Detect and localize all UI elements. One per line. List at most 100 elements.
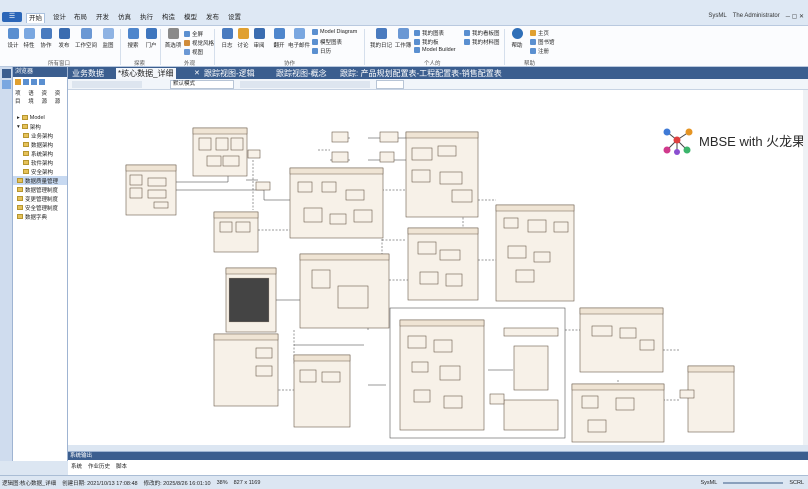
tab-project[interactable]: 项目 <box>15 89 25 105</box>
tab-context[interactable]: 语境 <box>28 89 38 105</box>
portal-button[interactable]: 门户 <box>142 28 160 49</box>
tree-item-security-mgmt[interactable]: 安全管理制度 <box>13 203 67 212</box>
tab-system[interactable]: 系统 <box>71 462 82 470</box>
block-entity-h[interactable] <box>331 131 349 163</box>
block-entity-g[interactable] <box>299 253 390 329</box>
app-menu-button[interactable]: ☰ <box>2 12 22 22</box>
block-entity-m[interactable] <box>213 333 279 407</box>
diagram-canvas[interactable]: MBSE with 火龙果科技 <box>68 90 803 445</box>
block-entity-f[interactable] <box>225 267 277 333</box>
tree-item-security-arch[interactable]: 安全架构 <box>13 167 67 176</box>
tree-item-data-mgmt[interactable]: 数据管理制度 <box>13 185 67 194</box>
home-link[interactable]: 主页 <box>530 29 549 37</box>
folder-icon[interactable] <box>15 79 21 85</box>
tree-item-architecture[interactable]: ▾ 架构 <box>13 122 67 131</box>
profile-selector[interactable]: SysML <box>708 13 726 20</box>
tree-item-data-arch[interactable]: 数据架构 <box>13 140 67 149</box>
tab-core-data-detail[interactable]: *核心数据_详细 <box>116 68 176 79</box>
tree-item-data-dictionary[interactable]: 数据字典 <box>13 212 67 221</box>
user-name[interactable]: The Administrator <box>733 13 780 20</box>
my-kanban-button[interactable]: 我的看板图 <box>464 29 500 37</box>
views-button[interactable]: 视图 <box>184 48 203 56</box>
publish-button[interactable]: 发布 <box>55 28 73 49</box>
my-board-button[interactable]: 我的板 <box>414 38 439 46</box>
block-entity-l[interactable] <box>495 204 575 302</box>
menu-tab-design[interactable]: 设计 <box>51 13 68 23</box>
expand-icon[interactable]: ▸ <box>17 115 20 121</box>
pin-icon[interactable] <box>2 80 11 89</box>
tree-item-model[interactable]: ▸ Model <box>13 113 67 122</box>
block-entity-n[interactable] <box>293 354 351 428</box>
block-entity-d[interactable] <box>213 211 259 253</box>
mode-select[interactable]: 默认模式 <box>170 80 234 89</box>
up-icon[interactable] <box>31 79 37 85</box>
block-entity-b[interactable] <box>192 127 248 177</box>
down-icon[interactable] <box>39 79 45 85</box>
menu-tab-start[interactable]: 开始 <box>26 13 45 23</box>
block-entity-r[interactable] <box>679 389 695 399</box>
tree-item-change-mgmt[interactable]: 变更管理制度 <box>13 194 67 203</box>
tab-trace-config[interactable]: 跟踪: 产品规划配置表-工程配置表-销售配置表 <box>338 68 504 79</box>
menu-tab-simulate[interactable]: 仿真 <box>116 13 133 23</box>
properties-button[interactable]: 特性 <box>20 28 38 49</box>
model-diagram-button[interactable]: Model Diagram <box>312 29 357 35</box>
block-entity-q[interactable] <box>687 365 735 433</box>
block-entity-k[interactable] <box>407 227 479 301</box>
toolbox-icon[interactable] <box>2 69 11 78</box>
block-entity-p[interactable] <box>571 383 665 443</box>
collapse-icon[interactable]: ▾ <box>17 124 20 130</box>
block-entity-e[interactable] <box>289 167 384 239</box>
tab-trace-logic[interactable]: 跟踪视图-逻辑 <box>202 68 257 79</box>
menu-tab-execute[interactable]: 执行 <box>138 13 155 23</box>
tab-scripts[interactable]: 脚本 <box>116 462 127 470</box>
help-button[interactable]: 帮助 <box>508 28 526 49</box>
collaborate-button[interactable]: 协作 <box>37 28 55 49</box>
workspace-button[interactable]: 工作空间 <box>75 28 97 49</box>
visual-style-button[interactable]: 视觉风格 <box>184 39 214 47</box>
preferences-button[interactable]: 首选项 <box>164 28 182 49</box>
my-charts-button[interactable]: 我的图表 <box>414 29 444 37</box>
menu-tab-model[interactable]: 模型 <box>182 13 199 23</box>
block-entity-i[interactable] <box>379 131 399 163</box>
workbook-button[interactable]: 工作簿 <box>394 28 412 49</box>
tab-job-history[interactable]: 作业历史 <box>88 462 110 470</box>
tab-resource-2[interactable]: 资源 <box>55 89 65 105</box>
block-entity-c[interactable] <box>247 149 271 191</box>
zoom-field[interactable] <box>376 80 404 89</box>
my-journal-button[interactable]: 我的日记 <box>370 28 392 49</box>
search-button[interactable]: 搜索 <box>124 28 142 49</box>
calendar-button[interactable]: 日历 <box>312 47 331 55</box>
block-entity-j[interactable] <box>405 131 479 218</box>
monitor-button[interactable]: 监图 <box>99 28 117 49</box>
fullscreen-button[interactable]: 全屏 <box>184 30 203 38</box>
menu-tab-settings[interactable]: 设置 <box>226 13 243 23</box>
tree-item-software-arch[interactable]: 软件架构 <box>13 158 67 167</box>
vertical-scrollbar[interactable] <box>803 90 808 445</box>
block-entity-a[interactable] <box>125 164 177 216</box>
translate-button[interactable]: 翻开 <box>270 28 288 49</box>
tree-item-data-quality[interactable]: 数据质量管理 <box>13 176 67 185</box>
tree-item-system-arch[interactable]: 系统架构 <box>13 149 67 158</box>
model-builder-button[interactable]: Model Builder <box>414 47 456 53</box>
menu-tab-develop[interactable]: 开发 <box>94 13 111 23</box>
window-controls[interactable]: ─ ▢ ✕ <box>786 13 804 20</box>
tab-business-data[interactable]: 业务数据 <box>70 68 106 79</box>
tab-resource[interactable]: 资源 <box>42 89 52 105</box>
menu-tab-publish[interactable]: 发布 <box>204 13 221 23</box>
close-tab-icon[interactable]: ✕ <box>194 69 200 77</box>
toolbar-buttons[interactable] <box>72 81 142 88</box>
block-entity-o[interactable] <box>579 307 664 373</box>
register-link[interactable]: 注册 <box>530 47 549 55</box>
zoom-slider[interactable] <box>723 481 784 484</box>
package-group[interactable] <box>389 307 566 439</box>
tab-trace-concept[interactable]: 跟踪视图-概念 <box>274 68 329 79</box>
new-icon[interactable] <box>23 79 29 85</box>
menu-tab-layout[interactable]: 布局 <box>72 13 89 23</box>
tree-item-business-arch[interactable]: 业务架构 <box>13 131 67 140</box>
library-link[interactable]: 图书馆 <box>530 38 555 46</box>
format-buttons[interactable] <box>240 81 370 88</box>
my-materials-button[interactable]: 我的材料图 <box>464 38 500 46</box>
menu-tab-construct[interactable]: 构造 <box>160 13 177 23</box>
email-button[interactable]: 电子邮件 <box>288 28 310 49</box>
review-button[interactable]: 审阅 <box>250 28 268 49</box>
